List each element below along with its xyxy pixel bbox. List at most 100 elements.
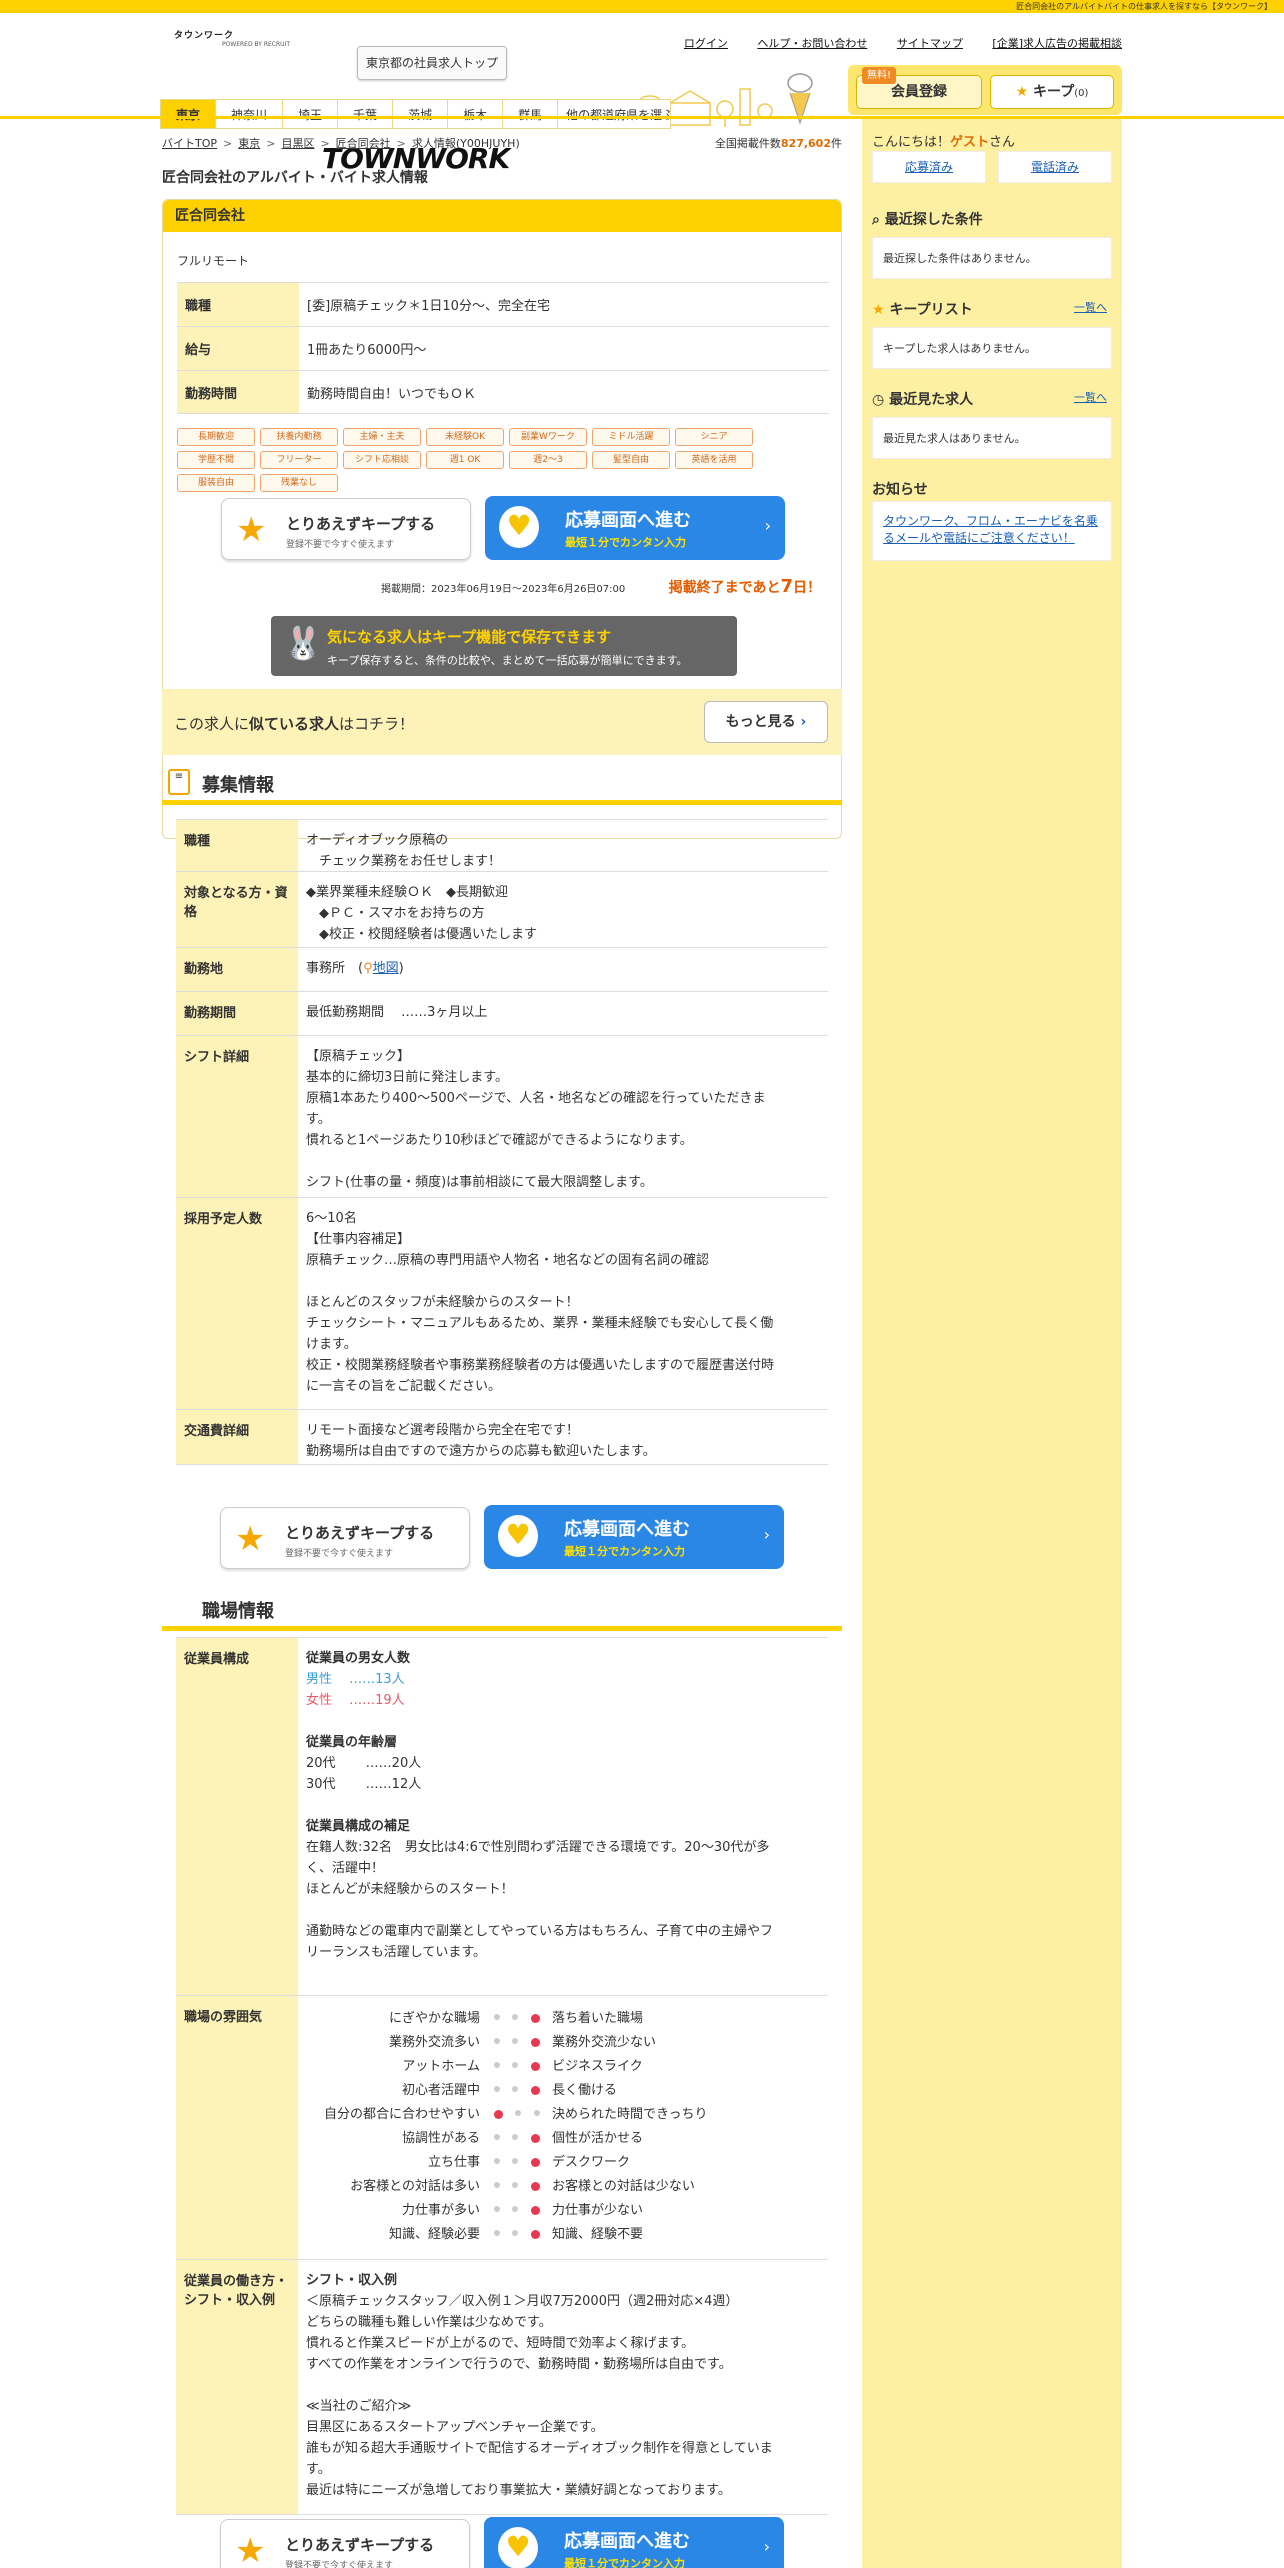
atmosphere-scale [488,2181,546,2191]
feature-tag[interactable]: 主婦・主夫 [343,428,421,446]
scale-dot [512,2133,519,2140]
see-more-button[interactable]: もっと見る › [704,701,828,743]
feature-tag[interactable]: ミドル活躍 [592,428,670,446]
called-link[interactable]: 電話済み [998,151,1112,183]
atmosphere-scale [488,2061,546,2071]
line: 基本的に締切3日前に発注します。 [306,1070,508,1085]
apply-cta-sub: 最短１分でカンタン入力 [564,1545,685,1558]
apply-cta-sub: 最短１分でカンタン入力 [564,2557,685,2568]
news-link[interactable]: タウンワーク、フロム・エーナビを名乗るメールや電話にご注意ください！ [883,514,1098,545]
line: 6～10名 [306,1211,357,1226]
scale-dot [512,2013,519,2020]
tab-gunma[interactable]: 群馬 [502,99,559,129]
feature-tag[interactable]: 長期歓迎 [177,428,255,446]
summary-td: 勤務時間自由！いつでもＯＫ [307,387,477,402]
line: 勤務場所は自由ですので遠方からの応募も歓迎いたします。 [306,1444,656,1459]
atmosphere-right: 長く働ける [552,2082,618,2098]
townwork-logo[interactable]: タウンワーク TOWNWORK POWERED BY RECRUIT [160,28,510,173]
keep-cta-button[interactable]: ★ とりあえずキープする 登録不要で今すぐ使えます [220,1507,470,1569]
tab-other-prefecture[interactable]: 他の都道府県を選ぶ [557,99,672,129]
breadcrumb-company[interactable]: 匠合同会社 [336,137,391,150]
similar-jobs-text: この求人に似ている求人はコチラ！ [174,713,414,734]
breadcrumb-meguro[interactable]: 目黒区 [281,137,314,150]
line: チェック業務をお任せします！ [306,854,502,869]
apply-cta-button[interactable]: ♥ 応募画面へ進む 最短１分でカンタン入力 › [484,1505,784,1569]
chevron-right-icon: › [763,2537,770,2556]
keep-cta-sub: 登録不要で今すぐ使えます [285,2561,394,2568]
tab-tochigi[interactable]: 栃木 [447,99,504,129]
feature-tag[interactable]: 残業なし [260,474,338,492]
apply-cta-button[interactable]: ♥ 応募画面へ進む 最短１分でカンタン入力 › [485,496,785,560]
scale-dot [512,2157,519,2164]
feature-tag[interactable]: 副業Wワーク [509,428,587,446]
feature-tag[interactable]: 週2～3 [509,451,587,469]
keep-cta-title: とりあえずキープする [286,515,436,533]
feature-tags: 長期歓迎 扶養内勤務 主婦・主夫 未経験OK 副業Wワーク ミドル活躍 シニア … [177,428,829,492]
feature-tag[interactable]: 未経験OK [426,428,504,446]
feature-tag[interactable]: 週1 OK [426,451,504,469]
free-badge: 無料! [862,67,896,84]
scale-dot [512,2181,519,2188]
login-link[interactable]: ログイン [684,37,728,50]
line: ◆業界業種未経験ＯＫ ◆長期歓迎 [306,885,508,900]
age-head: 従業員の年齢層 [306,1735,398,1750]
star-icon: ★ [236,510,267,550]
scale-dot [530,2061,540,2071]
news-box: タウンワーク、フロム・エーナビを名乗るメールや電話にご注意ください！ [872,501,1112,561]
workplace-row: 従業員構成 従業員の男女人数 男性 ……13人 女性 ……19人 従業員の年齢層… [176,1637,828,1995]
line: けます。 [306,1337,357,1352]
scale-dot [512,2229,519,2236]
keep-cta-button[interactable]: ★ とりあえずキープする 登録不要で今すぐ使えます [221,498,471,560]
sitemap-link[interactable]: サイトマップ [897,37,963,50]
row-th: 対象となる方・資格 [176,872,298,947]
scale-dot [515,2109,522,2116]
feature-tag[interactable]: 扶養内勤務 [260,428,338,446]
scale-dot [512,2205,519,2212]
atmosphere-right: 決められた時間できっちり [552,2106,708,2122]
breadcrumb-top[interactable]: バイトTOP [162,137,217,150]
help-link[interactable]: ヘルプ・お問い合わせ [757,37,867,50]
feature-tag[interactable]: シフト応相談 [343,451,421,469]
feature-tag[interactable]: 服装自由 [177,474,255,492]
breadcrumb: バイトTOP > 東京 > 目黒区 > 匠合同会社 > 求人情報(Y00HJUYH) [162,137,520,150]
feature-tag[interactable]: シニア [675,428,753,446]
recruit-row: シフト詳細 【原稿チェック】 基本的に締切3日前に発注します。 原稿1本あたり400… [176,1035,828,1197]
history-icon: ◷ [872,392,885,408]
similar-bold: 似ている求人 [249,715,340,733]
tab-chiba[interactable]: 千葉 [337,99,394,129]
feature-tag[interactable]: 英語を活用 [675,451,753,469]
recent-view-link[interactable]: 一覧へ [1074,389,1107,405]
atmosphere-scale [488,2205,546,2215]
feature-tag[interactable]: 髪型自由 [592,451,670,469]
tab-tokyo[interactable]: 東京 [160,99,217,129]
apply-cta-button[interactable]: ♥ 応募画面へ進む 最短１分でカンタン入力 › [484,2517,784,2568]
feature-tag[interactable]: 学歴不問 [177,451,255,469]
feature-tag[interactable]: フリーター [260,451,338,469]
atmosphere-left: 業務外交流多い [388,2034,480,2050]
tab-kanagawa[interactable]: 神奈川 [215,99,284,129]
scale-dot [530,2205,540,2215]
keep-header-button[interactable]: ★ キープ(0) [990,75,1114,109]
workplace-row: 従業員の働き方・シフト・収入例 シフト・収入例 ＜原稿チェックスタッフ／収入例１… [176,2259,828,2515]
summary-th: 職種 [177,283,299,326]
breadcrumb-tokyo[interactable]: 東京 [238,137,260,150]
keep-list-link[interactable]: 一覧へ [1074,299,1107,315]
atmosphere-row: 知識、経験必要 知識、経験不要 [306,2222,820,2246]
atmosphere-row: 業務外交流多い 業務外交流少ない [306,2030,820,2054]
keep-feature-banner[interactable]: 🐰 気になる求人はキープ機能で保存できます キープ保存すると、条件の比較や、まと… [271,616,737,676]
logo-kana: タウンワーク [174,31,235,41]
applied-link[interactable]: 応募済み [872,151,986,183]
atmosphere-left: にぎやかな職場 [388,2010,480,2026]
logo-powered: POWERED BY RECRUIT [221,41,290,48]
line: 校正・校閲業務経験者や事務業務経験者の方は優遇いたしますので履歴書送付時 [306,1358,775,1373]
keep-cta-title: とりあえずキープする [285,1524,435,1542]
ad-consult-link[interactable]: [企業]求人広告の掲載相談 [992,37,1122,50]
workplace-section-header: 職場情報 [162,1587,842,1631]
scale-dot [530,2229,540,2239]
tab-ibaraki[interactable]: 茨城 [392,99,449,129]
keep-cta-button[interactable]: ★ とりあえずキープする 登録不要で今すぐ使えます [220,2519,470,2568]
row-th: 従業員の働き方・シフト・収入例 [176,2260,298,2514]
tokyo-employee-top-button[interactable]: 東京都の社員求人トップ [357,46,507,80]
map-link[interactable]: 地図 [373,961,399,976]
tab-saitama[interactable]: 埼玉 [282,99,339,129]
